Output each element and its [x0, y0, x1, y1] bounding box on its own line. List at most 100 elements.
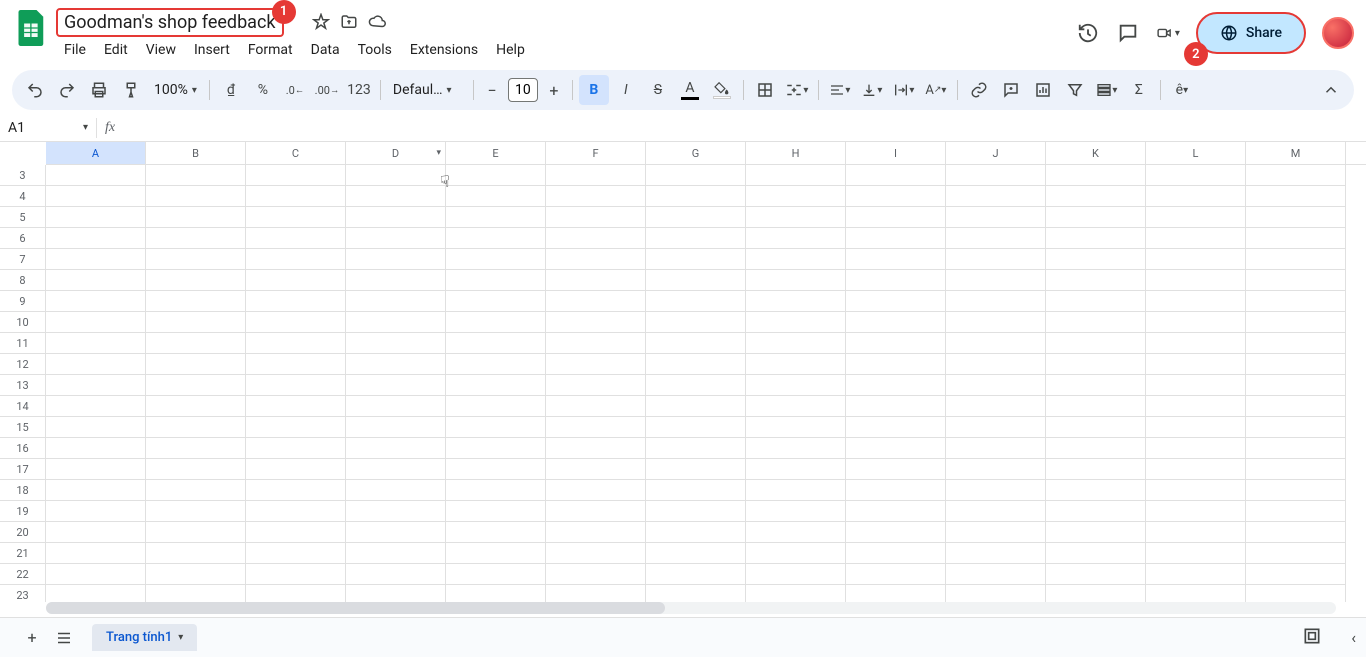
cell-J14[interactable]: [946, 396, 1046, 417]
share-button[interactable]: Share 2: [1196, 12, 1306, 54]
filter-button[interactable]: [1060, 75, 1090, 105]
font-size-input[interactable]: [508, 78, 538, 102]
cell-A22[interactable]: [46, 564, 146, 585]
cell-D19[interactable]: [346, 501, 446, 522]
row-header-22[interactable]: 22: [0, 564, 46, 585]
rotate-button[interactable]: A↗▾: [921, 75, 951, 105]
cell-E17[interactable]: [446, 459, 546, 480]
history-icon[interactable]: [1076, 21, 1100, 45]
meet-icon[interactable]: ▾: [1156, 21, 1180, 45]
cell-K14[interactable]: [1046, 396, 1146, 417]
cell-K6[interactable]: [1046, 228, 1146, 249]
cell-H5[interactable]: [746, 207, 846, 228]
cell-G11[interactable]: [646, 333, 746, 354]
cell-H20[interactable]: [746, 522, 846, 543]
cell-B18[interactable]: [146, 480, 246, 501]
cell-K8[interactable]: [1046, 270, 1146, 291]
row-header-11[interactable]: 11: [0, 333, 46, 354]
cell-L4[interactable]: [1146, 186, 1246, 207]
cell-E13[interactable]: [446, 375, 546, 396]
row-header-19[interactable]: 19: [0, 501, 46, 522]
row-header-8[interactable]: 8: [0, 270, 46, 291]
cell-L8[interactable]: [1146, 270, 1246, 291]
cell-D13[interactable]: [346, 375, 446, 396]
cell-J5[interactable]: [946, 207, 1046, 228]
cell-I22[interactable]: [846, 564, 946, 585]
cell-M16[interactable]: [1246, 438, 1346, 459]
column-header-J[interactable]: J▾: [946, 142, 1046, 164]
cell-H10[interactable]: [746, 312, 846, 333]
column-header-L[interactable]: L▾: [1146, 142, 1246, 164]
sheets-logo[interactable]: [12, 8, 52, 48]
cell-E7[interactable]: [446, 249, 546, 270]
cell-E19[interactable]: [446, 501, 546, 522]
cell-L10[interactable]: [1146, 312, 1246, 333]
filter-views-button[interactable]: ▾: [1092, 75, 1122, 105]
cell-F21[interactable]: [546, 543, 646, 564]
cell-I19[interactable]: [846, 501, 946, 522]
all-sheets-button[interactable]: [48, 622, 80, 654]
cell-E18[interactable]: [446, 480, 546, 501]
cell-J13[interactable]: [946, 375, 1046, 396]
cell-C12[interactable]: [246, 354, 346, 375]
cell-L23[interactable]: [1146, 585, 1246, 602]
row-header-14[interactable]: 14: [0, 396, 46, 417]
menu-help[interactable]: Help: [488, 38, 533, 62]
cell-K3[interactable]: [1046, 165, 1146, 186]
increase-font-button[interactable]: +: [542, 78, 566, 102]
cell-L14[interactable]: [1146, 396, 1246, 417]
cell-B13[interactable]: [146, 375, 246, 396]
cell-B23[interactable]: [146, 585, 246, 602]
cell-M12[interactable]: [1246, 354, 1346, 375]
cell-E11[interactable]: [446, 333, 546, 354]
cell-F17[interactable]: [546, 459, 646, 480]
cell-B4[interactable]: [146, 186, 246, 207]
cell-C22[interactable]: [246, 564, 346, 585]
cell-B17[interactable]: [146, 459, 246, 480]
row-header-23[interactable]: 23: [0, 585, 46, 602]
cell-F13[interactable]: [546, 375, 646, 396]
cell-A8[interactable]: [46, 270, 146, 291]
row-header-12[interactable]: 12: [0, 354, 46, 375]
cell-A19[interactable]: [46, 501, 146, 522]
cell-C10[interactable]: [246, 312, 346, 333]
cell-L5[interactable]: [1146, 207, 1246, 228]
cell-D17[interactable]: [346, 459, 446, 480]
cell-F8[interactable]: [546, 270, 646, 291]
cell-F9[interactable]: [546, 291, 646, 312]
cell-E16[interactable]: [446, 438, 546, 459]
cell-B15[interactable]: [146, 417, 246, 438]
cell-H8[interactable]: [746, 270, 846, 291]
cell-I14[interactable]: [846, 396, 946, 417]
cell-I23[interactable]: [846, 585, 946, 602]
cell-D20[interactable]: [346, 522, 446, 543]
cell-G14[interactable]: [646, 396, 746, 417]
cell-M23[interactable]: [1246, 585, 1346, 602]
cell-K18[interactable]: [1046, 480, 1146, 501]
cell-L13[interactable]: [1146, 375, 1246, 396]
cell-H23[interactable]: [746, 585, 846, 602]
cell-D18[interactable]: [346, 480, 446, 501]
cell-A14[interactable]: [46, 396, 146, 417]
cell-I8[interactable]: [846, 270, 946, 291]
cell-I12[interactable]: [846, 354, 946, 375]
cell-D4[interactable]: [346, 186, 446, 207]
functions-button[interactable]: Σ: [1124, 75, 1154, 105]
cell-J23[interactable]: [946, 585, 1046, 602]
cell-J10[interactable]: [946, 312, 1046, 333]
cell-F23[interactable]: [546, 585, 646, 602]
cell-K5[interactable]: [1046, 207, 1146, 228]
cell-C3[interactable]: [246, 165, 346, 186]
row-header-3[interactable]: 3: [0, 165, 46, 186]
cell-G3[interactable]: [646, 165, 746, 186]
star-icon[interactable]: [312, 13, 330, 31]
cell-G4[interactable]: [646, 186, 746, 207]
cell-L20[interactable]: [1146, 522, 1246, 543]
cell-D10[interactable]: [346, 312, 446, 333]
cell-I11[interactable]: [846, 333, 946, 354]
redo-button[interactable]: [52, 75, 82, 105]
cell-E10[interactable]: [446, 312, 546, 333]
row-header-13[interactable]: 13: [0, 375, 46, 396]
cell-H16[interactable]: [746, 438, 846, 459]
currency-button[interactable]: ₫: [216, 75, 246, 105]
